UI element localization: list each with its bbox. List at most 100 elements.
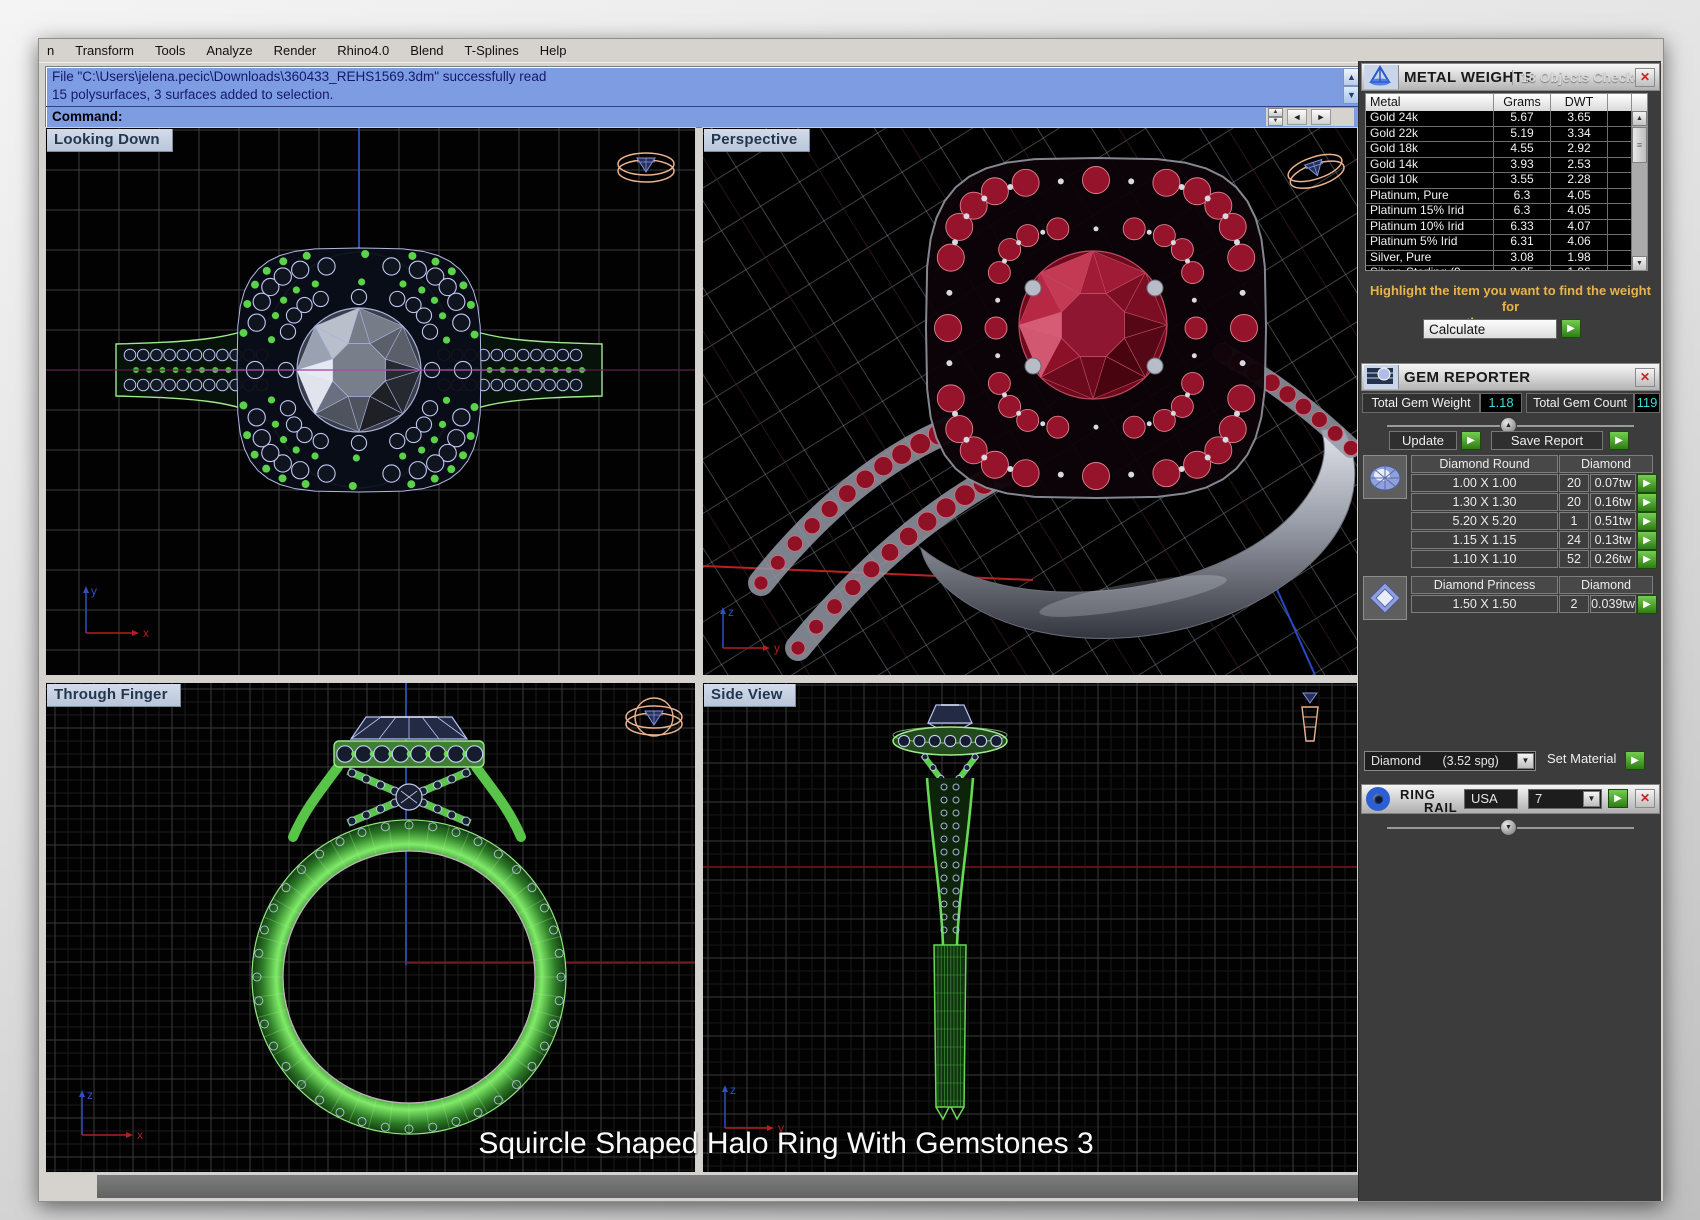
viewport-title-side-view[interactable]: Side View [704, 684, 796, 707]
metal-row[interactable]: Platinum 5% Irid6.314.06 [1366, 235, 1647, 251]
metal-grams: 5.67 [1494, 111, 1551, 126]
metal-dwt: 3.34 [1551, 127, 1608, 142]
scroll-down-icon[interactable]: ▼ [1632, 256, 1647, 271]
close-icon[interactable]: ✕ [1635, 68, 1655, 87]
gem-row[interactable]: 1.50 X 1.5020.039tw▶ [1411, 595, 1657, 614]
total-gem-weight-value: 1.18 [1480, 393, 1522, 413]
chevron-down-icon[interactable]: ▼ [1583, 791, 1600, 807]
gem-row[interactable]: 1.00 X 1.00200.07tw▶ [1411, 474, 1657, 493]
gem-row-go-icon[interactable]: ▶ [1637, 595, 1657, 614]
metal-row[interactable]: Platinum 15% Irid6.34.05 [1366, 204, 1647, 220]
save-report-button[interactable]: Save Report [1491, 431, 1603, 450]
viewport-title-perspective[interactable]: Perspective [704, 129, 810, 152]
viewport-looking-down[interactable]: y x Looking Down [45, 127, 696, 676]
viewport-through-finger[interactable]: zx Through Finger [45, 682, 696, 1173]
menu-item-t-splines[interactable]: T-Splines [465, 43, 519, 58]
metal-name: Platinum 15% Irid [1366, 204, 1494, 219]
metal-name: Gold 18k [1366, 142, 1494, 157]
total-gem-count-value: 119 [1634, 393, 1660, 413]
svg-text:y: y [91, 584, 97, 598]
metal-dwt: 4.05 [1551, 204, 1608, 219]
metal-row[interactable]: Gold 10k3.552.28 [1366, 173, 1647, 189]
metal-weights-table[interactable]: Metal Grams DWT Gold 24k5.673.65Gold 22k… [1365, 93, 1648, 271]
gem-group: Diamond RoundDiamond1.00 X 1.00200.07tw▶… [1363, 455, 1658, 569]
close-icon[interactable]: ✕ [1635, 368, 1655, 387]
gem-row[interactable]: 1.10 X 1.10520.26tw▶ [1411, 550, 1657, 569]
metal-extra-cell [1608, 173, 1632, 188]
plugin-panel: METAL WEIGHTS 18 Objects Checked ✕ Metal… [1358, 61, 1661, 1201]
ring-size-select[interactable]: 7 ▼ [1528, 789, 1602, 809]
metal-grams: 3.93 [1494, 158, 1551, 173]
calculate-go-icon[interactable]: ▶ [1561, 319, 1581, 338]
scroll-up-icon[interactable]: ▲ [1632, 111, 1647, 126]
ring-rail-go-icon[interactable]: ▶ [1608, 789, 1628, 808]
objects-checked-status: 18 Objects Checked [1512, 70, 1649, 85]
metal-extra-cell [1608, 220, 1632, 235]
command-prompt[interactable]: Command: [52, 109, 123, 124]
metal-table-scrollbar[interactable]: ▲ ≡ ▼ [1631, 111, 1647, 271]
viewport-title-through-finger[interactable]: Through Finger [47, 684, 181, 707]
metal-row[interactable]: Silver, Sterling (9...3.051.96 [1366, 266, 1647, 271]
calculate-button[interactable]: Calculate [1423, 319, 1557, 339]
metal-extra-cell [1608, 111, 1632, 126]
viewport-perspective[interactable]: zy Perspective [702, 127, 1358, 676]
metal-row[interactable]: Platinum, Pure6.34.05 [1366, 189, 1647, 205]
update-go-icon[interactable]: ▶ [1461, 431, 1481, 450]
metal-grams: 6.3 [1494, 189, 1551, 204]
command-history-line-1: File "C:\Users\jelena.pecic\Downloads\36… [46, 67, 1362, 85]
metal-dwt: 4.07 [1551, 220, 1608, 235]
menu-item-render[interactable]: Render [274, 43, 317, 58]
menu-item-analyze[interactable]: Analyze [206, 43, 252, 58]
command-area[interactable]: File "C:\Users\jelena.pecic\Downloads\36… [45, 66, 1363, 128]
close-icon[interactable]: ✕ [1635, 789, 1655, 808]
gem-reporter-slider[interactable]: ▲ [1387, 425, 1634, 427]
save-report-go-icon[interactable]: ▶ [1609, 431, 1629, 450]
gem-group: Diamond PrincessDiamond1.50 X 1.5020.039… [1363, 576, 1658, 620]
gem-row-go-icon[interactable]: ▶ [1637, 512, 1657, 531]
scrollbar-thumb[interactable]: ≡ [1632, 127, 1647, 163]
menu-item-transform[interactable]: Transform [75, 43, 134, 58]
svg-text:y: y [778, 1121, 784, 1135]
metal-name: Silver, Pure [1366, 251, 1494, 266]
metal-dwt: 4.06 [1551, 235, 1608, 250]
set-material-go-icon[interactable]: ▶ [1625, 751, 1645, 770]
menu-item-help[interactable]: Help [540, 43, 567, 58]
menu-item-rhino4-0[interactable]: Rhino4.0 [337, 43, 389, 58]
ring-rail-slider[interactable]: ▼ [1387, 827, 1634, 829]
gem-size: 1.00 X 1.00 [1411, 474, 1558, 492]
gem-row-go-icon[interactable]: ▶ [1637, 531, 1657, 550]
menu-item-n[interactable]: n [47, 43, 54, 58]
metal-row[interactable]: Gold 22k5.193.34 [1366, 127, 1647, 143]
viewport-side-view[interactable]: z y Side View [702, 682, 1358, 1173]
update-button[interactable]: Update [1389, 431, 1457, 450]
metal-row[interactable]: Silver, Pure3.081.98 [1366, 251, 1647, 267]
gem-row-go-icon[interactable]: ▶ [1637, 474, 1657, 493]
gem-row-go-icon[interactable]: ▶ [1637, 550, 1657, 569]
metal-row[interactable]: Gold 18k4.552.92 [1366, 142, 1647, 158]
gem-row[interactable]: 5.20 X 5.2010.51tw▶ [1411, 512, 1657, 531]
gem-row[interactable]: 1.30 X 1.30200.16tw▶ [1411, 493, 1657, 512]
set-material-label[interactable]: Set Material [1547, 751, 1616, 766]
viewport-title-looking-down[interactable]: Looking Down [47, 129, 173, 152]
metal-extra-cell [1608, 142, 1632, 157]
menu-item-tools[interactable]: Tools [155, 43, 185, 58]
metal-row[interactable]: Gold 24k5.673.65 [1366, 111, 1647, 127]
app-window: n Transform Tools Analyze Render Rhino4.0 Blen… [38, 38, 1664, 1202]
gem-size: 1.50 X 1.50 [1411, 595, 1558, 613]
metal-name: Gold 22k [1366, 127, 1494, 142]
ring-size-region-field[interactable]: USA [1464, 789, 1518, 809]
history-forward-icon[interactable]: ► [1311, 109, 1331, 125]
metal-row[interactable]: Platinum 10% Irid6.334.07 [1366, 220, 1647, 236]
slider-knob[interactable]: ▼ [1500, 819, 1517, 836]
svg-text:z: z [728, 605, 734, 619]
metal-row[interactable]: Gold 14k3.932.53 [1366, 158, 1647, 174]
material-select[interactable]: Diamond (3.52 spg) ▼ [1364, 751, 1536, 771]
gem-row-go-icon[interactable]: ▶ [1637, 493, 1657, 512]
chevron-down-icon[interactable]: ▼ [1517, 753, 1534, 769]
gem-row[interactable]: 1.15 X 1.15240.13tw▶ [1411, 531, 1657, 550]
menu-item-blend[interactable]: Blend [410, 43, 443, 58]
history-back-icon[interactable]: ◄ [1287, 109, 1307, 125]
svg-text:x: x [143, 626, 149, 640]
svg-text:z: z [730, 1083, 736, 1097]
command-spinner[interactable]: ▲▼ [1268, 108, 1283, 126]
